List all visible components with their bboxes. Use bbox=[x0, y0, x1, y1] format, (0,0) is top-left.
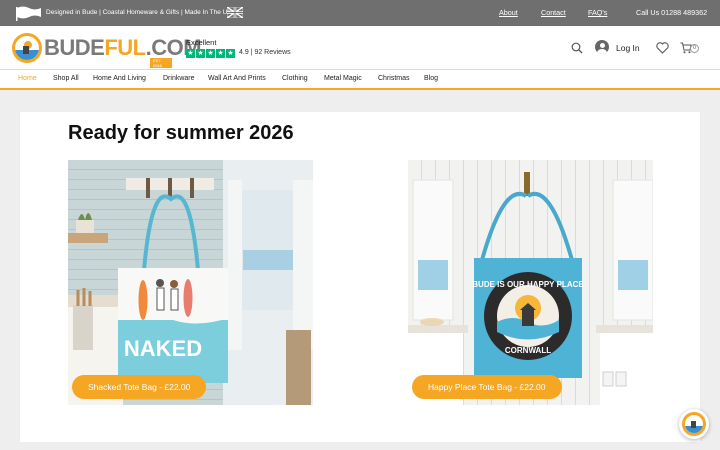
chat-widget-button[interactable] bbox=[679, 409, 709, 439]
nav-home[interactable]: Home bbox=[18, 75, 37, 82]
cart-count-badge: 0 bbox=[690, 44, 699, 53]
nav-wall-art[interactable]: Wall Art And Prints bbox=[208, 75, 266, 82]
nav-clothing[interactable]: Clothing bbox=[282, 75, 308, 82]
nav-home-and-living[interactable]: Home And Living bbox=[93, 75, 146, 82]
nav-drinkware[interactable]: Drinkware bbox=[163, 75, 195, 82]
faqs-link[interactable]: FAQ's bbox=[588, 8, 607, 17]
chat-logo-icon bbox=[682, 412, 706, 436]
brand-flag-icon bbox=[16, 6, 41, 21]
logo-wordmark: BUDEFUL.COM bbox=[44, 35, 202, 60]
login-button[interactable]: Log In bbox=[616, 43, 640, 53]
section-heading: Ready for summer 2026 bbox=[68, 122, 294, 144]
top-bar: Designed in Bude | Coastal Homeware & Gi… bbox=[0, 0, 720, 26]
featured-section: Ready for summer 2026 NAKED Shacked Tote… bbox=[20, 112, 700, 442]
product-label-happy-place[interactable]: Happy Place Tote Bag - £22.00 bbox=[412, 375, 562, 399]
heart-icon[interactable] bbox=[656, 42, 669, 54]
product-card-happy-place[interactable]: BUDE IS OUR HAPPY PLACE CORNWALL Happy P… bbox=[408, 160, 653, 405]
logo-subtitle: EST. 2016 bbox=[150, 58, 172, 68]
product-label-shacked[interactable]: Shacked Tote Bag - £22.00 bbox=[72, 375, 207, 399]
nav-christmas[interactable]: Christmas bbox=[378, 75, 410, 82]
product-image-happy-place: BUDE IS OUR HAPPY PLACE CORNWALL bbox=[408, 160, 653, 405]
contact-link[interactable]: Contact bbox=[541, 8, 566, 17]
review-count: 4.9 | 92 Reviews bbox=[239, 49, 291, 56]
main-nav: Home Shop All Home And Living Drinkware … bbox=[0, 70, 720, 88]
product-card-shacked[interactable]: NAKED Shacked Tote Bag - £22.00 bbox=[68, 160, 313, 405]
nav-underline bbox=[0, 88, 720, 90]
rating-label: Excellent bbox=[186, 38, 217, 47]
bag-print-top: BUDE IS OUR HAPPY PLACE bbox=[472, 280, 584, 289]
star-icon: ★ bbox=[226, 49, 235, 58]
union-jack-icon bbox=[227, 7, 243, 18]
nav-metal-magic[interactable]: Metal Magic bbox=[324, 75, 362, 82]
bag-print-bottom: CORNWALL bbox=[505, 346, 551, 355]
nav-shop-all[interactable]: Shop All bbox=[53, 75, 79, 82]
site-header: BUDEFUL.COM EST. 2016 Excellent ★ ★ ★ ★ … bbox=[0, 26, 720, 70]
call-us-text: Call Us 01288 489362 bbox=[636, 8, 708, 17]
search-icon[interactable] bbox=[571, 42, 583, 54]
about-link[interactable]: About bbox=[499, 8, 518, 17]
rating-stars: ★ ★ ★ ★ ★ bbox=[186, 49, 235, 58]
product-image-shacked: NAKED bbox=[68, 160, 313, 405]
star-icon: ★ bbox=[206, 49, 215, 58]
tagline: Designed in Bude | Coastal Homeware & Gi… bbox=[46, 9, 232, 16]
star-icon: ★ bbox=[216, 49, 225, 58]
site-logo[interactable]: BUDEFUL.COM EST. 2016 bbox=[12, 33, 202, 68]
star-icon: ★ bbox=[186, 49, 195, 58]
bag-print-naked: NAKED bbox=[124, 336, 202, 361]
user-avatar-icon[interactable] bbox=[595, 40, 609, 54]
star-icon: ★ bbox=[196, 49, 205, 58]
nav-blog[interactable]: Blog bbox=[424, 75, 438, 82]
logo-emblem bbox=[12, 33, 42, 63]
